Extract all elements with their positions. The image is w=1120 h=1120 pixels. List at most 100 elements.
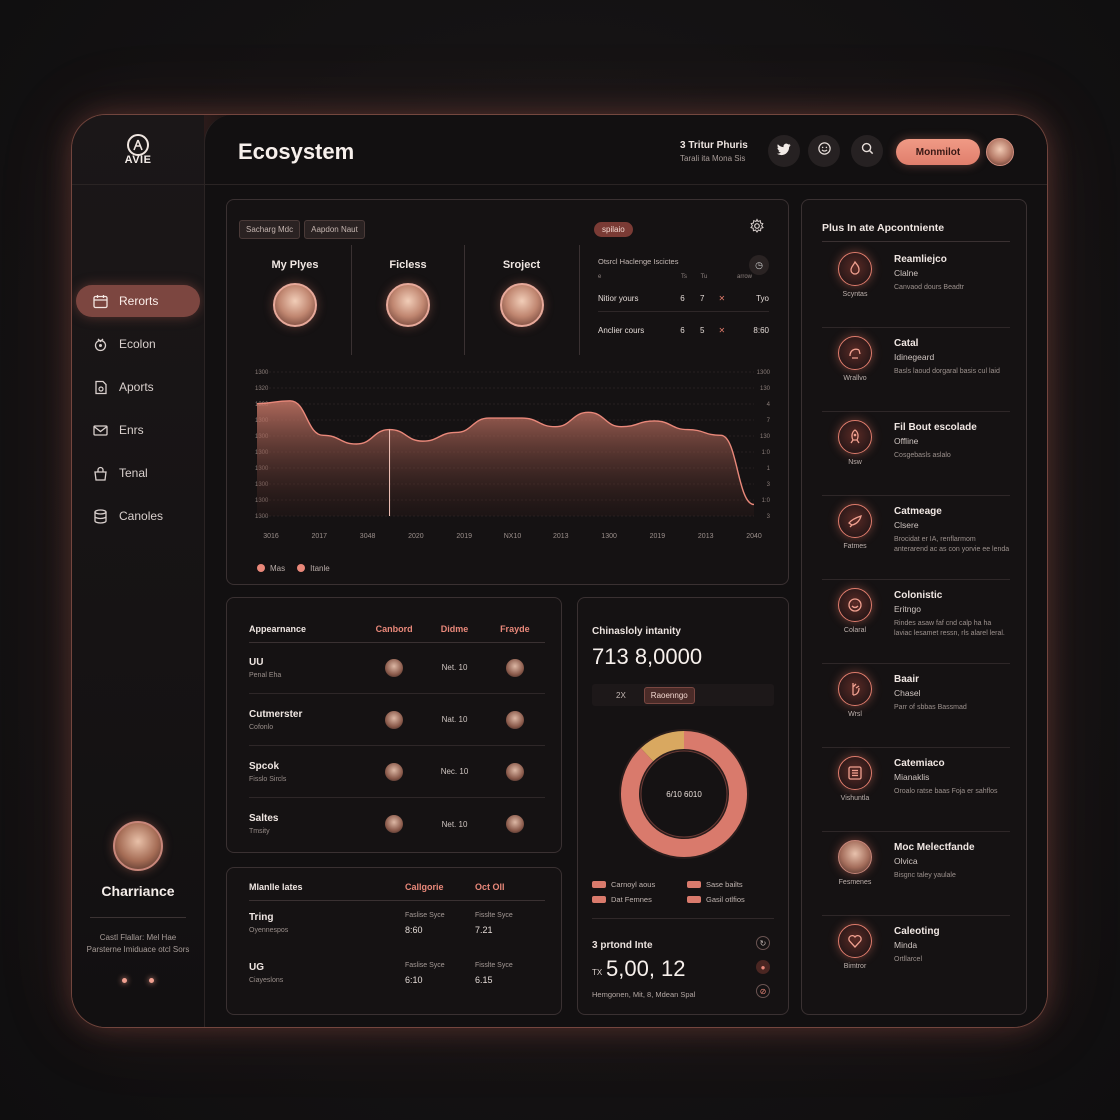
list-item[interactable]: Fatmes Catmeage Clsere Brocidat er IA, r… <box>822 498 1010 580</box>
row-subtitle: Ciayeslons <box>249 977 284 984</box>
twitter-button[interactable] <box>768 135 800 167</box>
item-category: Wrallvo <box>843 375 867 382</box>
primary-action-button[interactable]: Monmilot <box>896 139 980 165</box>
sidebar-item-tenal[interactable]: Tenal <box>76 457 200 489</box>
table-row[interactable]: Tring Oyennespos Faslise Syce 8:60 Fisslte… <box>249 912 545 935</box>
stats-row[interactable]: Anclier cours 6 5 ✕ 8:60 <box>598 326 769 343</box>
person-card[interactable]: My Plyes <box>239 245 352 355</box>
y-tick-label: 1300 <box>255 370 269 376</box>
table-row[interactable]: Cutmerster Cofonlo Nat. 10 <box>249 694 545 746</box>
stats-panel: Otsrcl Haclenge Iscictes ◷ e Ts Tu arrow… <box>579 245 769 355</box>
legend-item[interactable]: Mas <box>257 564 285 573</box>
gear-icon[interactable] <box>749 218 765 234</box>
legend-label: Mas <box>270 564 286 573</box>
close-icon[interactable]: ✕ <box>712 326 732 335</box>
donut-segment[interactable] <box>640 731 685 762</box>
sidebar-item-ecolon[interactable]: Ecolon <box>76 328 200 360</box>
search-button[interactable] <box>851 135 883 167</box>
legend-item[interactable]: Gasil otlfios <box>687 895 782 904</box>
tab-2x[interactable]: 2X <box>616 691 626 700</box>
leaf-icon <box>92 336 109 353</box>
list-item[interactable]: Wrallvo Catal Idinegeard Basls laoud dor… <box>822 330 1010 412</box>
column-header[interactable]: Frayde <box>485 624 545 634</box>
person-card[interactable]: Ficless <box>352 245 465 355</box>
list-item[interactable]: Wrsl Baair Chasel Parr of sbbas Bassmad <box>822 666 1010 748</box>
table-row[interactable]: Saltes Tmsity Net. 10 <box>249 798 545 850</box>
row-title: Spcok <box>249 760 280 772</box>
list-item[interactable]: Nsw Fil Bout escolade Offline Cosgebasls… <box>822 414 1010 496</box>
row-value: Nat. 10 <box>441 715 468 724</box>
legend-item[interactable]: Carnoyl aous <box>592 880 687 889</box>
item-description: Basls laoud dorgaral basis cul laid <box>894 368 1000 375</box>
column-header[interactable]: Canbord <box>364 624 424 634</box>
item-name: Catal <box>894 338 919 349</box>
avatar <box>505 710 524 729</box>
page-dot[interactable] <box>122 978 127 983</box>
x-tick-label: 2019 <box>650 533 666 540</box>
row-subtitle: Cofonlo <box>249 723 274 731</box>
status-pill[interactable]: spilaio <box>594 222 633 237</box>
people-row: My Plyes Ficless Sroject <box>239 245 579 355</box>
filter-chip[interactable]: Sacharg Mdc <box>239 220 301 239</box>
stats-row[interactable]: Nitior yours 6 7 ✕ Tyo <box>598 294 769 312</box>
avatar <box>385 762 404 781</box>
item-status: Eritngo <box>894 604 921 614</box>
table-row[interactable]: Spcok Fisslo Sircls Nec. 10 <box>249 746 545 798</box>
legend-item[interactable]: Itanle <box>297 564 330 573</box>
user-avatar[interactable] <box>986 138 1014 166</box>
avatar <box>499 283 544 327</box>
legend-swatch <box>297 564 306 572</box>
column-header[interactable]: Callgorie <box>405 882 475 892</box>
person-card[interactable]: Sroject <box>465 245 578 355</box>
item-icon-block: Wrallvo <box>822 336 888 382</box>
table-row[interactable]: UU Penal Eha Net. 10 <box>249 642 545 694</box>
item-category: Colaral <box>843 627 867 634</box>
link-icon[interactable]: ⊘ <box>756 984 770 998</box>
avatar <box>505 762 524 781</box>
row-title: Tring <box>249 912 274 923</box>
brand-logo[interactable]: AVIE <box>72 115 204 185</box>
item-category: Scyntas <box>842 291 868 298</box>
timer-icon[interactable]: ◷ <box>749 255 769 275</box>
list-item[interactable]: Colaral Colonistic Eritngo Rindes asaw f… <box>822 582 1010 664</box>
legend-item[interactable]: Dat Femnes <box>592 895 687 904</box>
record-icon[interactable]: ● <box>756 960 770 974</box>
legend-swatch <box>257 564 265 572</box>
sidebar-item-canoles[interactable]: Canoles <box>76 500 200 532</box>
cell-label: Faslise Syce <box>405 912 445 919</box>
avatar[interactable] <box>113 821 163 871</box>
heart-icon <box>838 924 872 958</box>
emoji-button[interactable] <box>808 135 840 167</box>
analytics-card: Sacharg Mdc Aapdon Naut spilaio My Plyes… <box>226 199 789 585</box>
column-header[interactable]: Oct Oll <box>475 882 545 892</box>
sidebar-item-rerorts[interactable]: Rerorts <box>76 285 200 317</box>
cell-value: 6.15 <box>475 975 493 985</box>
chart-legend: Mas Itanle <box>257 564 330 573</box>
page-dot[interactable] <box>149 978 154 983</box>
boat-icon <box>838 504 872 538</box>
table-row[interactable]: UG Ciayeslons Faslise Syce 6:10 Fisslte Sy… <box>249 962 545 985</box>
item-icon-block: Bimtror <box>822 924 888 970</box>
filter-chip[interactable]: Aapdon Naut <box>304 220 365 239</box>
item-text: Reamliejco Clalne Canvaod dours Beadtr <box>894 254 1010 293</box>
sidebar-item-aports[interactable]: Aports <box>76 371 200 403</box>
logo-mark-icon <box>127 133 149 156</box>
column-header[interactable]: Didme <box>424 624 484 634</box>
database-icon <box>92 508 109 525</box>
item-text: Colonistic Eritngo Rindes asaw faf cnd c… <box>894 590 1010 639</box>
divider <box>90 917 186 918</box>
cell-label: Fisslte Syce <box>475 912 513 919</box>
item-status: Idinegeard <box>894 352 935 362</box>
list-item[interactable]: Vishuntla Catemiaco Mianaklis Oroalo rat… <box>822 750 1010 832</box>
tab-active[interactable]: Raoenngo <box>643 686 695 704</box>
list-item[interactable]: Scyntas Reamliejco Clalne Canvaod dours … <box>822 246 1010 328</box>
legend-item[interactable]: Sase bailts <box>687 880 782 889</box>
x-tick-label: 3016 <box>263 533 279 540</box>
person-label: Ficless <box>389 259 427 271</box>
list-item[interactable]: Fesmenes Moc Melectfande Olvica Bisgnc t… <box>822 834 1010 916</box>
list-item[interactable]: Bimtror Caleoting Minda Ortllarcel <box>822 918 1010 1000</box>
sidebar-item-enrs[interactable]: Enrs <box>76 414 200 446</box>
sidebar-item-label: Ecolon <box>119 337 156 351</box>
close-icon[interactable]: ✕ <box>712 294 732 303</box>
refresh-icon[interactable]: ↻ <box>756 936 770 950</box>
